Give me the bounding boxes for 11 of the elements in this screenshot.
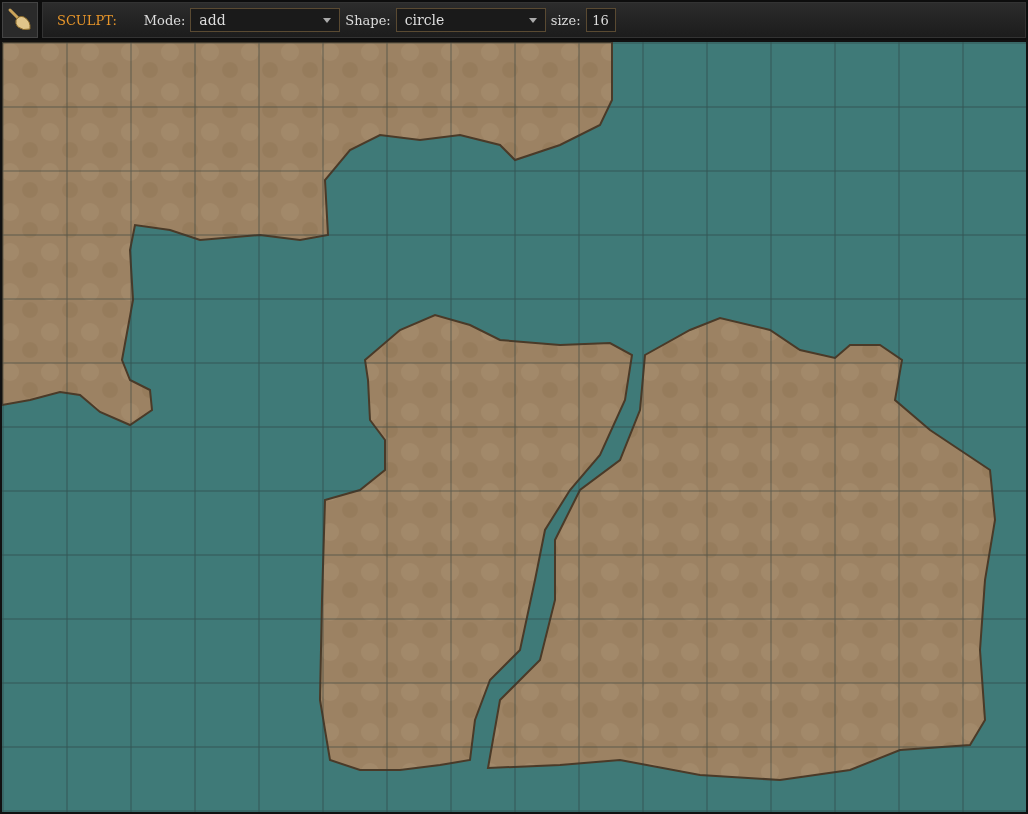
shovel-tool-button[interactable] [2, 2, 38, 38]
caret-icon [528, 17, 537, 23]
shovel-icon [7, 7, 33, 33]
mode-label: Mode: [143, 12, 186, 28]
shape-label: Shape: [345, 12, 391, 28]
caret-icon [323, 17, 332, 23]
tool-label: SCULPT: [57, 12, 117, 28]
size-label: size: [550, 12, 581, 28]
size-field[interactable]: 16 [585, 8, 616, 32]
mode-dropdown[interactable]: add [190, 8, 341, 32]
shape-dropdown[interactable]: circle [395, 8, 546, 32]
